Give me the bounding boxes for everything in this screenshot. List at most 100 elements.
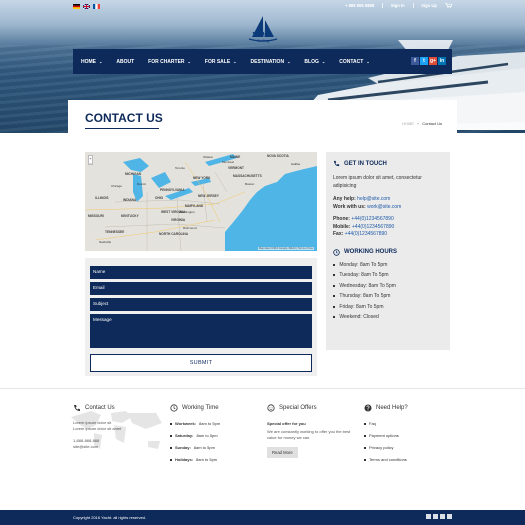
nav-label: FOR SALE [204,58,231,65]
map-label: NORTH CAROLINA [159,232,189,236]
twitter-icon[interactable] [433,514,438,519]
footer-need-help-heading: Need Help? [364,404,454,412]
twitter-icon[interactable]: t [420,57,428,65]
list-item[interactable]: Privacy policy [364,442,454,454]
sign-up-link[interactable]: Sign Up [421,3,437,8]
linkedin-icon[interactable]: in [438,57,446,65]
chevron-down-icon: ⌄ [99,59,103,64]
map-credit[interactable]: Map data ©2016 Google, INEGI | Terms of … [257,247,314,250]
list-item: Monday: 8am To 5pm [333,260,443,271]
footer-contact: Contact Us Lorem ipsum dolor sit Lorem i… [73,404,163,450]
title-underline [85,128,159,129]
mobile-label: Mobile: [333,223,351,230]
mobile-value[interactable]: +44(0)1234567890 [352,224,394,230]
bullet [170,435,172,437]
hours-entry: Friday: 8am To 5pm [339,303,384,310]
map-zoom-control[interactable]: + − [88,155,93,166]
nav-social: f t g+ in [411,57,446,65]
list-item: Workweek: 8am to 5pm [170,418,260,430]
language-switcher [73,4,100,9]
smiley-icon [267,404,275,412]
day-label: Workweek: [175,421,197,426]
name-field[interactable]: Name [90,266,312,279]
working-hours-title: WORKING HOURS [344,249,397,255]
breadcrumb-home[interactable]: HOME [402,121,414,126]
list-item: Wednesday: 8am To 5pm [333,281,443,292]
time-value: 8am to 5pm [196,433,218,438]
google-plus-icon[interactable]: g+ [429,57,437,65]
time-value: 8am to 5pm [196,457,218,462]
copyright-text: Copyright 2016 Yacht. all rights reserve… [73,515,147,520]
fax-value: +44(0)1234567890 [344,231,388,237]
list-item[interactable]: Terms and conditions [364,454,454,466]
work-email-link[interactable]: work@site.com [367,204,401,210]
day-label: Sunday: [175,445,191,450]
help-link[interactable]: Terms and conditions [369,454,407,466]
map-label: NEW JERSEY [198,194,219,198]
nav-label: HOME [81,58,96,65]
flag-france-icon[interactable] [93,4,100,9]
bottom-bar: Copyright 2016 Yacht. all rights reserve… [0,510,525,525]
facebook-icon[interactable]: f [411,57,419,65]
linkedin-icon[interactable] [447,514,452,519]
help-email-link[interactable]: help@site.com [357,196,390,202]
phone-value[interactable]: +44(0)1234567890 [351,216,393,222]
top-links: + 888 555 8888 Sign In Sign Up [345,3,452,8]
nav-destination[interactable]: DESTINATION ⌄ [251,59,291,65]
hours-entry: Thursday: 8am To 5pm [339,293,391,299]
help-label: Any help: [333,196,356,202]
map-label: TENNESSEE [105,230,125,234]
map-label: NEW YORK [193,176,211,180]
nav-for-charter[interactable]: FOR CHARTER ⌄ [148,59,191,65]
bullet [170,459,172,461]
map-city: Chicago [111,184,123,188]
instagram-icon[interactable] [440,514,445,519]
subject-field[interactable]: Subject [90,298,312,311]
get-in-touch-heading: GET IN TOUCH [333,160,443,167]
footer-working-time: Working Time Workweek: 8am to 5pm Saturda… [170,404,260,466]
time-value: 8am to 5pm [199,421,221,426]
breadcrumb-current: Contact Us [422,121,442,126]
footer-email[interactable]: site@site.com [73,444,163,450]
help-link[interactable]: Faq [369,418,376,430]
help-line: Any help: help@site.com [333,196,443,204]
footer-need-help: Need Help? Faq Payment options Privacy p… [364,404,454,466]
clock-icon [170,404,178,412]
list-item[interactable]: Faq [364,418,454,430]
submit-button[interactable]: SUBMIT [90,354,312,372]
facebook-icon[interactable] [426,514,431,519]
map-label: ILLINOIS [95,196,109,200]
email-field[interactable]: Email [90,282,312,295]
help-link[interactable]: Privacy policy [369,442,393,454]
divider [382,3,383,8]
special-offer-heading: Special offer for you [267,421,306,426]
map-label: MASSACHUSETTS [233,174,262,178]
message-field[interactable]: Message [90,314,312,348]
map-city: Nashville [99,240,112,244]
footer-contact-heading: Contact Us [73,404,163,412]
help-links: Faq Payment options Privacy policy Terms… [364,418,454,466]
read-more-button[interactable]: Read More [267,447,298,458]
bullet [170,423,172,425]
google-map[interactable]: + − MAINE NOVA SCOTIA VERMONT NEW YORK MI… [85,152,317,251]
footer-contact-title: Contact Us [85,405,115,411]
nav-contact[interactable]: CONTACT ⌄ [339,59,369,65]
nav-blog[interactable]: BLOG ⌄ [304,59,325,65]
nav-for-sale[interactable]: FOR SALE ⌄ [205,59,237,65]
list-item[interactable]: Payment options [364,430,454,442]
page-header: CONTACT US HOME » Contact Us [68,100,457,137]
flag-uk-icon[interactable] [83,4,90,9]
sign-in-link[interactable]: Sign In [391,3,405,8]
fax-label: Fax: [333,231,344,237]
nav-about[interactable]: ABOUT [116,59,134,65]
map-label: PENNSYLVANIA [160,188,185,192]
help-link[interactable]: Payment options [369,430,399,442]
intro-text: Lorem ipsum dolor sit amet, consectetur … [333,175,422,189]
chevron-down-icon: ⌄ [287,59,291,64]
map-graphic [85,152,317,251]
map-city: Richmond [183,226,197,230]
cart-icon[interactable] [445,3,452,8]
bullet [364,447,366,449]
flag-germany-icon[interactable] [73,4,80,9]
nav-home[interactable]: HOME ⌄ [81,59,102,65]
